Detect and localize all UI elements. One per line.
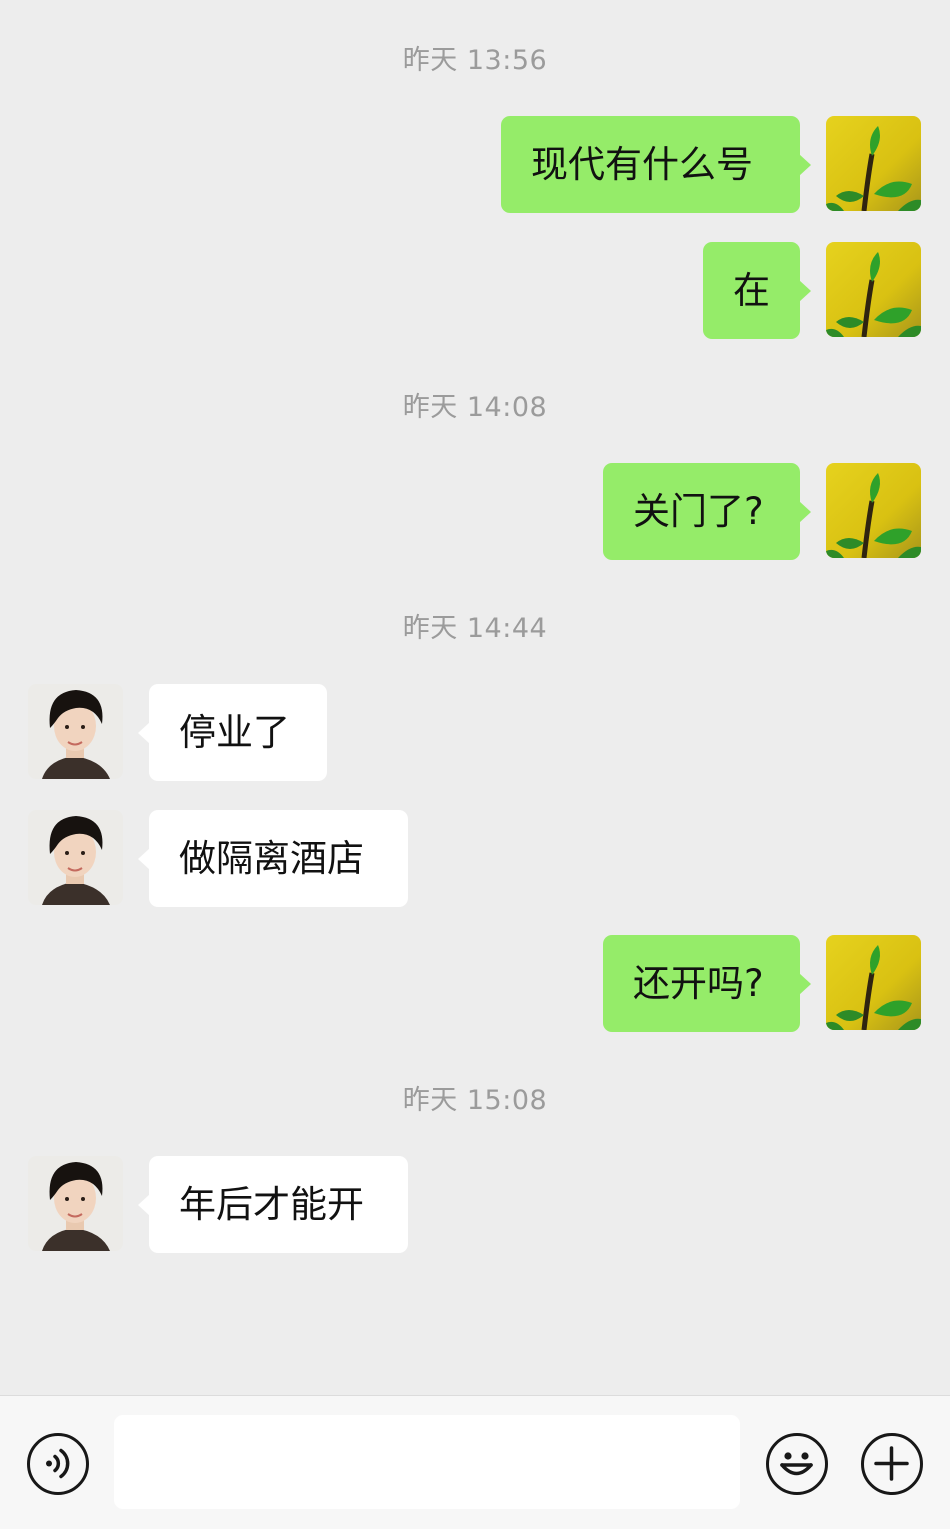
outgoing-message-bubble[interactable]: 现代有什么号 (501, 116, 811, 213)
timestamp: 昨天 14:44 (402, 613, 548, 644)
outgoing-message-bubble[interactable]: 还开吗? (603, 935, 811, 1032)
plus-button[interactable] (861, 1433, 923, 1495)
incoming-message-bubble[interactable]: 年后才能开 (138, 1156, 408, 1253)
self-avatar[interactable] (826, 242, 921, 337)
chat-area: 昨天 13:56 昨天 14:08 昨天 14:44 昨天 15:08 现代有什… (0, 0, 950, 1395)
chat-input-bar (0, 1395, 950, 1529)
timestamp: 昨天 15:08 (402, 1085, 548, 1116)
emoji-icon (780, 1452, 813, 1476)
voice-button[interactable] (27, 1433, 89, 1495)
self-avatar[interactable] (826, 116, 921, 211)
timestamp: 昨天 14:08 (402, 392, 548, 423)
contact-avatar[interactable] (28, 684, 123, 779)
self-avatar[interactable] (826, 935, 921, 1030)
outgoing-message-bubble[interactable]: 在 (703, 242, 811, 339)
timestamp: 昨天 13:56 (402, 45, 548, 76)
incoming-message-bubble[interactable]: 停业了 (138, 684, 327, 781)
plus-icon (874, 1446, 909, 1481)
voice-icon (46, 1448, 70, 1479)
self-avatar[interactable] (826, 463, 921, 558)
contact-avatar[interactable] (28, 1156, 123, 1251)
contact-avatar[interactable] (28, 810, 123, 905)
outgoing-message-bubble[interactable]: 关门了? (603, 463, 811, 560)
incoming-message-bubble[interactable]: 做隔离酒店 (138, 810, 408, 907)
message-input[interactable] (114, 1415, 740, 1509)
emoji-button[interactable] (766, 1433, 828, 1495)
